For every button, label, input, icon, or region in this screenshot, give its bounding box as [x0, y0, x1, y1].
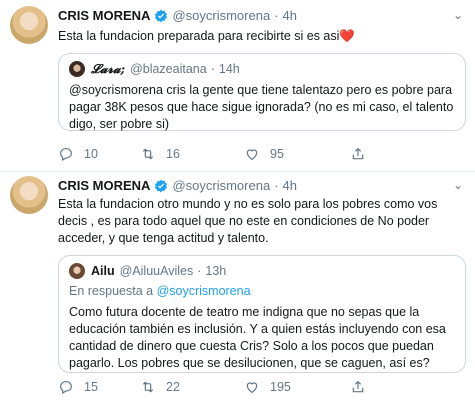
verified-badge-icon: [155, 9, 168, 22]
quoted-author-name[interactable]: Ailu: [91, 264, 115, 278]
quoted-author-name[interactable]: 𝓛𝓪𝓻𝓪;: [91, 61, 125, 77]
like-icon: [246, 149, 258, 161]
quoted-tweet-header: Ailu @AiluuAviles · 13h: [69, 263, 226, 279]
like-count: 95: [270, 147, 284, 161]
chevron-down-icon[interactable]: ⌄: [453, 178, 463, 192]
author-name[interactable]: CRIS MORENA: [58, 178, 150, 193]
timestamp[interactable]: 4h: [283, 8, 297, 23]
chevron-down-icon[interactable]: ⌄: [453, 8, 463, 22]
quoted-tweet-text: @soycrismorena cris la gente que tiene t…: [69, 83, 454, 131]
quoted-author-handle[interactable]: @AiluuAviles: [120, 264, 194, 278]
quoted-avatar[interactable]: [69, 61, 85, 77]
reply-count: 10: [84, 147, 98, 161]
quoted-tweet[interactable]: 𝓛𝓪𝓻𝓪; @blazeaitana · 14h @soycrismorena …: [58, 53, 466, 131]
tweet-text: Esta la fundacion preparada para recibir…: [58, 28, 468, 45]
reply-prefix: En respuesta a: [69, 284, 154, 298]
quoted-tweet-text: Como futura docente de teatro me indigna…: [69, 305, 446, 370]
retweet-count: 22: [166, 380, 180, 394]
heart-emoji: ❤️: [339, 29, 355, 43]
separator-dot: ·: [274, 178, 279, 193]
tweet-2[interactable]: CRIS MORENA @soycrismorena · 4h ⌄ Esta l…: [0, 172, 475, 403]
timestamp[interactable]: 4h: [283, 178, 297, 193]
quoted-avatar[interactable]: [69, 263, 85, 279]
tweet-1[interactable]: CRIS MORENA @soycrismorena · 4h ⌄ Esta l…: [0, 0, 475, 172]
reply-button[interactable]: 15: [58, 379, 140, 395]
author-handle[interactable]: @soycrismorena: [172, 178, 270, 193]
separator-dot: ·: [210, 62, 215, 76]
author-name[interactable]: CRIS MORENA: [58, 8, 150, 23]
avatar[interactable]: [10, 176, 48, 214]
share-icon: [352, 380, 364, 393]
retweet-button[interactable]: 22: [140, 379, 244, 395]
tweet-text-body: Esta la fundacion preparada para recibir…: [58, 29, 340, 43]
reply-count: 15: [84, 380, 98, 394]
like-icon: [246, 382, 258, 394]
reply-icon: [60, 381, 72, 395]
retweet-icon: [142, 148, 154, 160]
quoted-tweet-header: 𝓛𝓪𝓻𝓪; @blazeaitana · 14h: [69, 61, 240, 77]
avatar[interactable]: [10, 6, 48, 44]
share-button[interactable]: [350, 146, 376, 162]
reply-mention-link[interactable]: @soycrismorena: [157, 284, 251, 298]
like-button[interactable]: 195: [244, 379, 350, 395]
separator-dot: ·: [274, 8, 279, 23]
like-count: 195: [270, 380, 291, 394]
quoted-author-handle[interactable]: @blazeaitana: [130, 62, 207, 76]
retweet-count: 16: [166, 147, 180, 161]
share-button[interactable]: [350, 379, 376, 395]
verified-badge-icon: [155, 179, 168, 192]
reply-button[interactable]: 10: [58, 146, 140, 162]
retweet-icon: [142, 381, 154, 393]
reply-context: En respuesta a @soycrismorena: [69, 284, 251, 298]
tweet-actions: 15 22 195: [58, 379, 376, 395]
quoted-timestamp[interactable]: 14h: [219, 62, 240, 76]
tweet-text: Esta la fundacion otro mundo y no es sol…: [58, 197, 438, 245]
reply-icon: [60, 148, 72, 162]
retweet-button[interactable]: 16: [140, 146, 244, 162]
author-handle[interactable]: @soycrismorena: [172, 8, 270, 23]
tweet-actions: 10 16 95: [58, 146, 376, 162]
tweet-header: CRIS MORENA @soycrismorena · 4h: [58, 178, 297, 193]
tweet-header: CRIS MORENA @soycrismorena · 4h: [58, 8, 297, 23]
quoted-timestamp[interactable]: 13h: [205, 264, 226, 278]
like-button[interactable]: 95: [244, 146, 350, 162]
separator-dot: ·: [197, 264, 202, 278]
share-icon: [352, 147, 364, 160]
quoted-tweet[interactable]: Ailu @AiluuAviles · 13h En respuesta a @…: [58, 255, 466, 373]
